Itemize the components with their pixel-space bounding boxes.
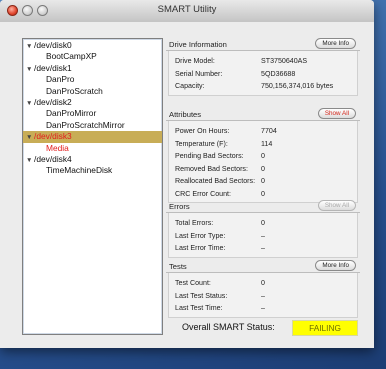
overall-status-badge: FAILING	[292, 320, 358, 336]
drive-model-value: ST3750640AS	[261, 57, 308, 65]
window-content: ▼/dev/disk0 BootCampXP ▼/dev/disk1 DanPro Da…	[0, 22, 374, 348]
serial-number-label: Serial Number:	[175, 69, 223, 78]
error-row: Last Error Time: –	[169, 242, 357, 255]
attributes-body: Power On Hours: 7704 Temperature (F): 114 …	[168, 121, 358, 203]
tests-header: Tests More Info	[166, 260, 360, 273]
title-bar: SMART Utility	[0, 0, 374, 23]
errors-section: Errors Show All Total Errors: 0 Last Erro…	[166, 200, 360, 258]
drive-info-heading: Drive Information	[169, 40, 227, 49]
temperature-value: 114	[261, 139, 273, 148]
test-row: Last Test Time: –	[169, 302, 357, 315]
tests-more-info-button[interactable]: More Info	[315, 260, 356, 271]
overall-status-label: Overall SMART Status:	[182, 322, 275, 332]
power-on-hours-label: Power On Hours:	[175, 127, 230, 135]
smart-utility-window: SMART Utility ▼/dev/disk0 BootCampXP ▼/dev…	[0, 0, 374, 348]
disk-tree[interactable]: ▼/dev/disk0 BootCampXP ▼/dev/disk1 DanPro Da…	[22, 38, 163, 335]
capacity-row: Capacity: 750,156,374,016 bytes	[169, 80, 357, 93]
tree-rows: ▼/dev/disk0 BootCampXP ▼/dev/disk1 DanPro Da…	[23, 39, 162, 177]
temperature-label: Temperature (F):	[175, 139, 228, 148]
removed-bad-sectors-label: Removed Bad Sectors:	[175, 164, 248, 173]
tests-body: Test Count: 0 Last Test Status: – Last Tes…	[168, 273, 358, 318]
serial-number-row: Serial Number: 5QD36688	[169, 68, 357, 81]
total-errors-label: Total Errors:	[175, 219, 214, 227]
tree-disk-row[interactable]: ▼/dev/disk1	[23, 63, 162, 74]
error-row: Total Errors: 0	[169, 217, 357, 230]
tree-volume-row[interactable]: TimeMachineDisk	[23, 165, 162, 176]
attribute-row: Reallocated Bad Sectors: 0	[169, 175, 357, 188]
window-title: SMART Utility	[157, 4, 217, 15]
last-test-time-value: –	[261, 304, 265, 312]
tree-volume-row[interactable]: DanPro	[23, 74, 162, 85]
tree-disk-row[interactable]: ▼/dev/disk0	[23, 40, 162, 51]
tree-item-label: /dev/disk1	[34, 62, 72, 73]
tests-heading: Tests	[169, 262, 187, 271]
test-count-label: Test Count:	[175, 279, 211, 287]
tree-volume-row[interactable]: DanProMirror	[23, 108, 162, 119]
tree-disk-row[interactable]: ▼/dev/disk2	[23, 97, 162, 108]
tree-volume-row[interactable]: DanProScratch	[23, 86, 162, 97]
last-test-time-label: Last Test Time:	[175, 304, 223, 312]
serial-number-value: 5QD36688	[261, 69, 296, 78]
tree-item-label: /dev/disk2	[34, 96, 72, 107]
reallocated-bad-sectors-value: 0	[261, 177, 265, 185]
tree-item-label: DanPro	[46, 74, 75, 85]
errors-body: Total Errors: 0 Last Error Type: – Last Er…	[168, 213, 358, 258]
errors-header: Errors Show All	[166, 200, 360, 213]
attributes-heading: Attributes	[169, 110, 202, 119]
test-count-value: 0	[261, 279, 265, 287]
tree-volume-row[interactable]: BootCampXP	[23, 51, 162, 62]
drive-info-section: Drive Information More Info Drive Model:…	[166, 38, 360, 96]
capacity-value: 750,156,374,016 bytes	[261, 82, 334, 90]
capacity-label: Capacity:	[175, 82, 205, 90]
tree-item-label: DanProScratchMirror	[46, 119, 125, 130]
drive-model-row: Drive Model: ST3750640AS	[169, 55, 357, 68]
test-row: Test Count: 0	[169, 277, 357, 290]
attribute-row: Temperature (F): 114	[169, 138, 357, 151]
tests-section: Tests More Info Test Count: 0 Last Test S…	[166, 260, 360, 318]
last-test-status-value: –	[261, 291, 265, 300]
tree-item-label: TimeMachineDisk	[46, 165, 113, 176]
tree-disk-row[interactable]: ▼/dev/disk3	[23, 131, 162, 143]
tree-item-label: /dev/disk0	[34, 40, 72, 50]
removed-bad-sectors-value: 0	[261, 164, 265, 173]
crc-error-count-label: CRC Error Count:	[175, 189, 231, 198]
tree-item-label: /dev/disk4	[34, 153, 72, 164]
last-error-type-label: Last Error Type:	[175, 231, 226, 240]
tree-disk-row[interactable]: ▼/dev/disk4	[23, 154, 162, 165]
attribute-row: Pending Bad Sectors: 0	[169, 150, 357, 163]
test-row: Last Test Status: –	[169, 290, 357, 303]
attributes-section: Attributes Show All Power On Hours: 7704 …	[166, 108, 360, 203]
error-row: Last Error Type: –	[169, 230, 357, 243]
crc-error-count-value: 0	[261, 189, 265, 198]
tree-item-label: Media	[46, 142, 69, 153]
tree-item-label: BootCampXP	[46, 51, 97, 62]
errors-show-all-button[interactable]: Show All	[317, 200, 356, 211]
power-on-hours-value: 7704	[261, 127, 277, 135]
tree-item-label: DanProMirror	[46, 108, 97, 119]
attribute-row: Removed Bad Sectors: 0	[169, 163, 357, 176]
tree-item-label: DanProScratch	[46, 85, 103, 96]
attributes-show-all-button[interactable]: Show All	[317, 108, 356, 119]
tree-volume-row[interactable]: Media	[23, 143, 162, 154]
pending-bad-sectors-label: Pending Bad Sectors:	[175, 152, 244, 160]
drive-model-label: Drive Model:	[175, 57, 215, 65]
last-error-time-label: Last Error Time:	[175, 244, 226, 252]
last-test-status-label: Last Test Status:	[175, 291, 228, 300]
drive-info-body: Drive Model: ST3750640AS Serial Number: …	[168, 51, 358, 96]
attribute-row: Power On Hours: 7704	[169, 125, 357, 138]
reallocated-bad-sectors-label: Reallocated Bad Sectors:	[175, 177, 256, 185]
tree-item-label: /dev/disk3	[34, 131, 72, 142]
last-error-time-value: –	[261, 244, 265, 252]
pending-bad-sectors-value: 0	[261, 152, 265, 160]
total-errors-value: 0	[261, 219, 265, 227]
tree-volume-row[interactable]: DanProScratchMirror	[23, 120, 162, 131]
errors-heading: Errors	[169, 202, 190, 211]
drive-more-info-button[interactable]: More Info	[315, 38, 356, 49]
drive-info-header: Drive Information More Info	[166, 38, 360, 51]
last-error-type-value: –	[261, 231, 265, 240]
attributes-header: Attributes Show All	[166, 108, 360, 121]
attribute-row: CRC Error Count: 0	[169, 188, 357, 201]
